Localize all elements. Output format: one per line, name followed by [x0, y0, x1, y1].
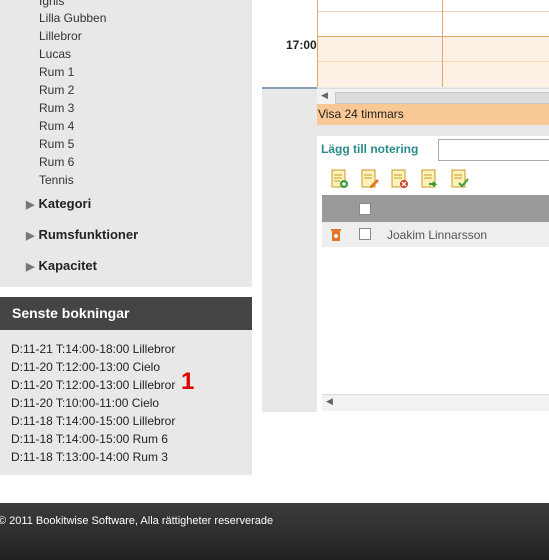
- room-item[interactable]: Rum 4: [39, 119, 74, 133]
- recent-bookings-header: Senste bokningar: [0, 297, 252, 330]
- table-row[interactable]: Joakim Linnarsson: [322, 222, 549, 247]
- section-kategori[interactable]: ▶ Kategori: [26, 196, 91, 211]
- calendar-grid[interactable]: [317, 0, 549, 87]
- move-note-icon[interactable]: [421, 169, 439, 189]
- booking-link[interactable]: D:11-21 T:14:00-18:00 Lillebror: [11, 342, 175, 356]
- show-24-hours-label: Visa 24 timmars: [318, 107, 404, 121]
- scrollbar-thumb[interactable]: [335, 92, 549, 104]
- delete-note-icon[interactable]: [391, 169, 409, 189]
- section-label: Rumsfunktioner: [38, 227, 139, 242]
- grid-line: [318, 36, 549, 37]
- room-item[interactable]: Rum 2: [39, 83, 74, 97]
- room-item[interactable]: Ignis: [39, 0, 64, 8]
- section-kapacitet[interactable]: ▶ Kapacitet: [26, 258, 97, 273]
- section-rumsfunktioner[interactable]: ▶ Rumsfunktioner: [26, 227, 138, 242]
- notes-panel: Lägg till notering Joakim Linnarsson ◀: [317, 136, 549, 412]
- room-item[interactable]: Lucas: [39, 47, 71, 61]
- notes-horizontal-scrollbar[interactable]: ◀: [322, 394, 549, 411]
- room-item[interactable]: Lilla Gubben: [39, 11, 106, 25]
- room-item[interactable]: Rum 6: [39, 155, 74, 169]
- room-filter-panel: Ignis Lilla Gubben Lillebror Lucas Rum 1…: [0, 0, 252, 287]
- room-item[interactable]: Lillebror: [39, 29, 82, 43]
- annotation-marker: 1: [181, 368, 195, 395]
- room-item[interactable]: Rum 3: [39, 101, 74, 115]
- recent-bookings-title: Senste bokningar: [12, 305, 130, 321]
- delete-icon[interactable]: [330, 228, 342, 242]
- show-24-hours-link[interactable]: Visa 24 timmars: [317, 104, 549, 125]
- booking-link[interactable]: D:11-18 T:14:00-15:00 Rum 6: [11, 432, 168, 446]
- expand-triangle-icon: ▶: [26, 230, 35, 242]
- room-item[interactable]: Tennis: [39, 173, 74, 187]
- booking-link[interactable]: D:11-20 T:10:00-11:00 Cielo: [11, 396, 159, 410]
- note-author: Joakim Linnarsson: [387, 228, 488, 242]
- expand-triangle-icon: ▶: [26, 261, 35, 273]
- expand-triangle-icon: ▶: [26, 199, 35, 211]
- copyright-text: © 2011 Bookitwise Software, Alla rättigh…: [0, 515, 274, 527]
- grid-column-divider: [442, 0, 443, 87]
- scroll-left-icon[interactable]: ◀: [321, 90, 328, 101]
- scroll-left-icon[interactable]: ◀: [326, 396, 333, 407]
- booking-link[interactable]: D:11-20 T:12:00-13:00 Cielo: [11, 360, 160, 374]
- booking-link[interactable]: D:11-18 T:14:00-15:00 Lillebror: [11, 414, 175, 428]
- row-checkbox[interactable]: [359, 228, 371, 240]
- note-input[interactable]: [438, 139, 549, 161]
- calendar-pane: 17:00 ◀ Visa 24 timmars Lägg till noteri…: [262, 0, 549, 412]
- section-label: Kategori: [38, 196, 92, 211]
- add-note-icon[interactable]: [331, 169, 349, 189]
- booking-link[interactable]: D:11-18 T:13:00-14:00 Rum 3: [11, 450, 168, 464]
- room-item[interactable]: Rum 1: [39, 65, 74, 79]
- time-gutter: 17:00: [262, 0, 317, 88]
- booking-link[interactable]: D:11-20 T:12:00-13:00 Lillebror: [11, 378, 175, 392]
- grid-line: [318, 11, 549, 12]
- notes-table-header: [322, 195, 549, 222]
- approve-note-icon[interactable]: [451, 169, 469, 189]
- room-item[interactable]: Rum 5: [39, 137, 74, 151]
- footer: © 2011 Bookitwise Software, Alla rättigh…: [0, 503, 549, 560]
- add-note-label: Lägg till notering: [321, 142, 419, 156]
- time-label: 17:00: [286, 38, 317, 52]
- select-all-checkbox[interactable]: [359, 203, 371, 215]
- grid-line: [318, 61, 549, 62]
- section-label: Kapacitet: [38, 258, 97, 273]
- time-divider: [262, 87, 317, 89]
- recent-bookings-panel: Senste bokningar D:11-21 T:14:00-18:00 L…: [0, 297, 252, 475]
- edit-note-icon[interactable]: [361, 169, 379, 189]
- calendar-horizontal-scrollbar[interactable]: ◀: [317, 88, 549, 105]
